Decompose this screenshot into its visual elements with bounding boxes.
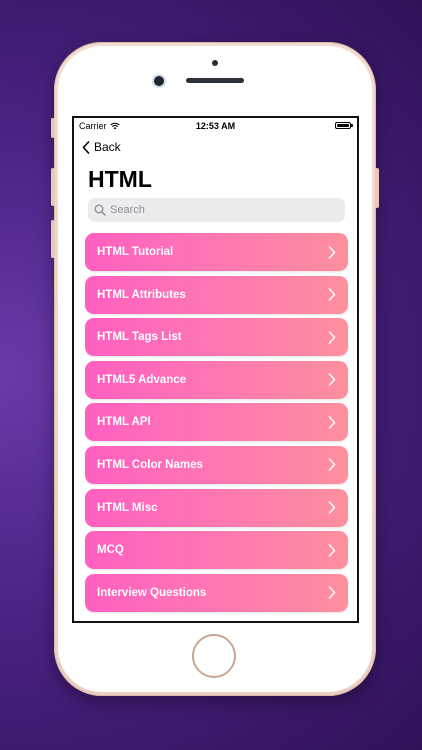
menu-item-label: HTML API xyxy=(97,416,151,429)
chevron-left-icon xyxy=(82,140,90,154)
menu-item-label: HTML Misc xyxy=(97,501,158,514)
chevron-right-icon xyxy=(328,416,336,429)
search-input[interactable] xyxy=(110,204,330,216)
volume-down-button xyxy=(51,220,55,258)
chevron-right-icon xyxy=(328,245,336,259)
search-icon xyxy=(94,204,106,216)
menu-item-label: HTML Tags List xyxy=(97,331,182,344)
menu-item-label: HTML Tutorial xyxy=(97,246,174,258)
status-bar: Carrier 12:53 AM xyxy=(74,118,357,134)
chevron-right-icon xyxy=(328,330,336,344)
power-button xyxy=(375,168,379,208)
page-title: HTML xyxy=(88,166,152,192)
topic-list: HTML Tutorial HTML Attributes HTML Tags … xyxy=(85,233,348,616)
menu-item-label: HTML Attributes xyxy=(97,288,186,301)
menu-item-interview-questions[interactable]: Interview Questions xyxy=(85,573,348,612)
proximity-sensor xyxy=(212,60,218,66)
status-time: 12:53 AM xyxy=(195,121,236,131)
chevron-right-icon xyxy=(328,373,336,387)
battery-icon xyxy=(335,122,353,129)
menu-item-html-tutorial[interactable]: HTML Tutorial xyxy=(85,233,348,271)
menu-item-html-misc[interactable]: HTML Misc xyxy=(85,488,348,527)
chevron-right-icon xyxy=(328,501,336,514)
search-bar[interactable] xyxy=(88,198,345,222)
chevron-right-icon xyxy=(328,288,336,301)
back-button[interactable]: Back xyxy=(82,140,121,154)
back-label: Back xyxy=(94,140,121,154)
menu-item-html-color-names[interactable]: HTML Color Names xyxy=(85,445,348,484)
menu-item-html5-advance[interactable]: HTML5 Advance xyxy=(85,360,348,399)
menu-item-html-api[interactable]: HTML API xyxy=(85,403,348,442)
menu-item-mcq[interactable]: MCQ xyxy=(85,531,348,570)
front-camera xyxy=(154,76,164,86)
mute-switch xyxy=(51,118,55,138)
menu-item-label: Interview Questions xyxy=(97,586,207,599)
chevron-right-icon xyxy=(328,586,336,600)
menu-item-label: HTML5 Advance xyxy=(97,373,187,386)
menu-item-label: HTML Color Names xyxy=(97,458,203,471)
chevron-right-icon xyxy=(328,458,336,472)
menu-item-html-tags-list[interactable]: HTML Tags List xyxy=(85,318,348,357)
earpiece-speaker xyxy=(186,78,244,83)
volume-up-button xyxy=(51,168,55,206)
menu-item-html-attributes[interactable]: HTML Attributes xyxy=(85,275,348,314)
chevron-right-icon xyxy=(328,543,336,557)
menu-item-label: MCQ xyxy=(97,544,124,557)
app-screen: Carrier 12:53 AM Back HTML HTML Tutorial xyxy=(72,116,359,623)
home-button[interactable] xyxy=(192,634,236,678)
